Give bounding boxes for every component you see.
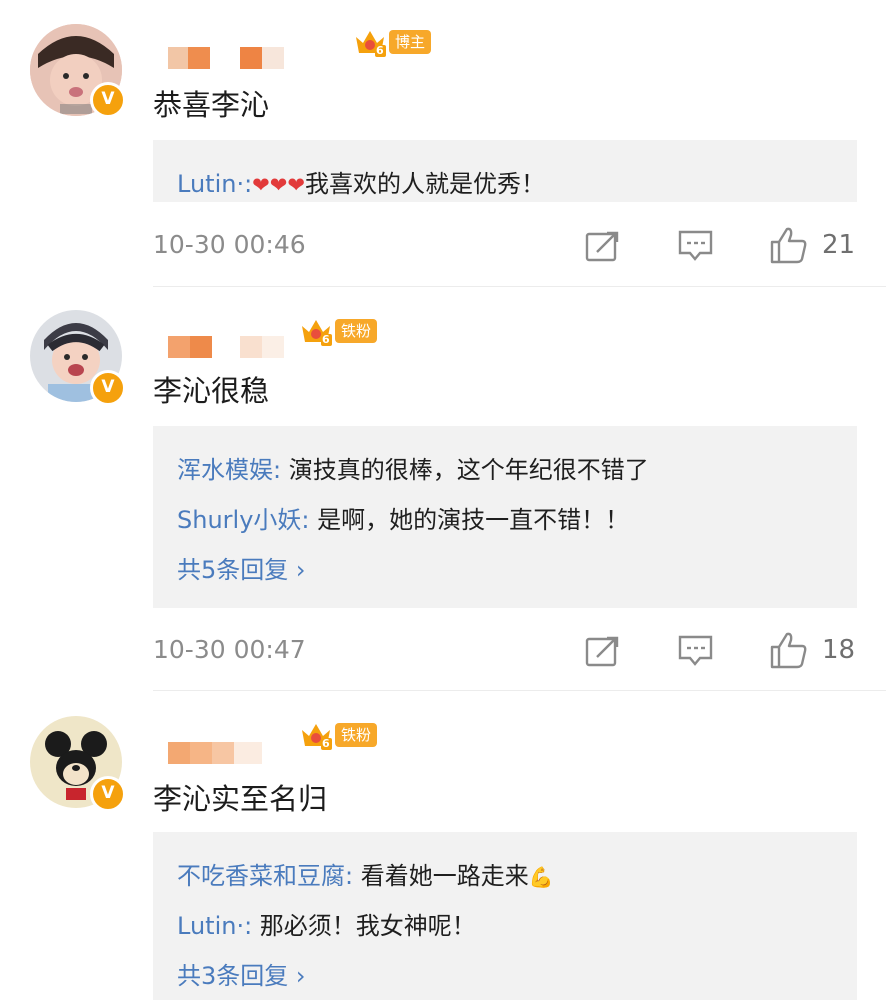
comment-text: 李沁很稳 xyxy=(153,374,270,408)
iron-fan-tag: 铁粉 xyxy=(335,723,378,747)
crown-level-icon: 6 xyxy=(299,718,333,752)
fan-badge: 6 铁粉 xyxy=(299,718,378,752)
reply-box[interactable]: Lutin·:❤❤❤我喜欢的人就是优秀！ xyxy=(153,140,857,202)
view-all-replies-link[interactable]: 共3条回复 › xyxy=(177,956,306,991)
fan-badge: 6 博主 xyxy=(353,25,432,59)
comment-text: 李沁实至名归 xyxy=(153,782,328,816)
like-count: 18 xyxy=(822,635,856,665)
reply-text: 看着她一路走来 xyxy=(353,862,529,890)
reply-line: Lutin·: 那必须！我女神呢！ xyxy=(177,906,476,941)
reply-line: 不吃香菜和豆腐: 看着她一路走来💪 xyxy=(177,856,554,891)
blogger-tag: 博主 xyxy=(389,30,432,54)
username-redacted[interactable] xyxy=(168,336,288,358)
reply-username[interactable]: Shurly小妖: xyxy=(177,506,309,534)
reply-username[interactable]: Lutin·: xyxy=(177,170,252,198)
comment-icon[interactable] xyxy=(678,634,714,668)
iron-fan-tag: 铁粉 xyxy=(335,319,378,343)
reply-line: Lutin·:❤❤❤我喜欢的人就是优秀！ xyxy=(177,164,545,199)
verified-v-icon: V xyxy=(90,370,126,406)
verified-v-icon: V xyxy=(90,82,126,118)
heart-emojis: ❤❤❤ xyxy=(252,173,305,197)
reply-text: 那必须！我女神呢！ xyxy=(252,912,476,940)
comment-item: V 6 铁粉 李沁很稳 浑水模娱: 演技真的很棒，这个年纪很不错了 Shurly… xyxy=(0,290,886,691)
reply-username[interactable]: 不吃香菜和豆腐: xyxy=(177,862,353,890)
fan-badge: 6 铁粉 xyxy=(299,314,378,348)
share-icon[interactable] xyxy=(585,230,621,262)
comment-item: V 6 博主 恭喜李沁 Lutin·:❤❤❤我喜欢的人就是优秀！ 10-30 0… xyxy=(0,0,886,290)
like-icon[interactable] xyxy=(770,226,808,264)
reply-text: 是啊，她的演技一直不错！！ xyxy=(309,506,630,534)
share-icon[interactable] xyxy=(585,635,621,667)
vip-level: 6 xyxy=(322,333,330,346)
muscle-emoji: 💪 xyxy=(528,865,554,889)
reply-box[interactable]: 不吃香菜和豆腐: 看着她一路走来💪 Lutin·: 那必须！我女神呢！ 共3条回… xyxy=(153,832,857,1000)
vip-level: 6 xyxy=(322,737,330,750)
reply-text: 演技真的很棒，这个年纪很不错了 xyxy=(281,456,649,484)
comment-icon[interactable] xyxy=(678,229,714,263)
like-icon[interactable] xyxy=(770,631,808,669)
like-count: 21 xyxy=(822,230,856,260)
view-all-replies-link[interactable]: 共5条回复 › xyxy=(177,550,306,585)
timestamp: 10-30 00:47 xyxy=(153,635,306,664)
reply-line: Shurly小妖: 是啊，她的演技一直不错！！ xyxy=(177,500,629,535)
reply-box[interactable]: 浑水模娱: 演技真的很棒，这个年纪很不错了 Shurly小妖: 是啊，她的演技一… xyxy=(153,426,857,608)
crown-level-icon: 6 xyxy=(299,314,333,348)
reply-line: 浑水模娱: 演技真的很棒，这个年纪很不错了 xyxy=(177,450,649,485)
username-redacted[interactable] xyxy=(168,47,288,69)
reply-username[interactable]: Lutin·: xyxy=(177,912,252,940)
divider xyxy=(153,690,886,691)
divider xyxy=(153,286,886,287)
comment-item: V 6 铁粉 李沁实至名归 不吃香菜和豆腐: 看着她一路走来💪 Lutin·: … xyxy=(0,692,886,1000)
reply-username[interactable]: 浑水模娱: xyxy=(177,456,281,484)
vip-level: 6 xyxy=(376,44,384,57)
comment-text: 恭喜李沁 xyxy=(153,88,270,122)
reply-text: 我喜欢的人就是优秀！ xyxy=(304,170,545,198)
verified-v-icon: V xyxy=(90,776,126,812)
crown-level-icon: 6 xyxy=(353,25,387,59)
username-redacted[interactable] xyxy=(168,742,268,764)
timestamp: 10-30 00:46 xyxy=(153,230,306,259)
